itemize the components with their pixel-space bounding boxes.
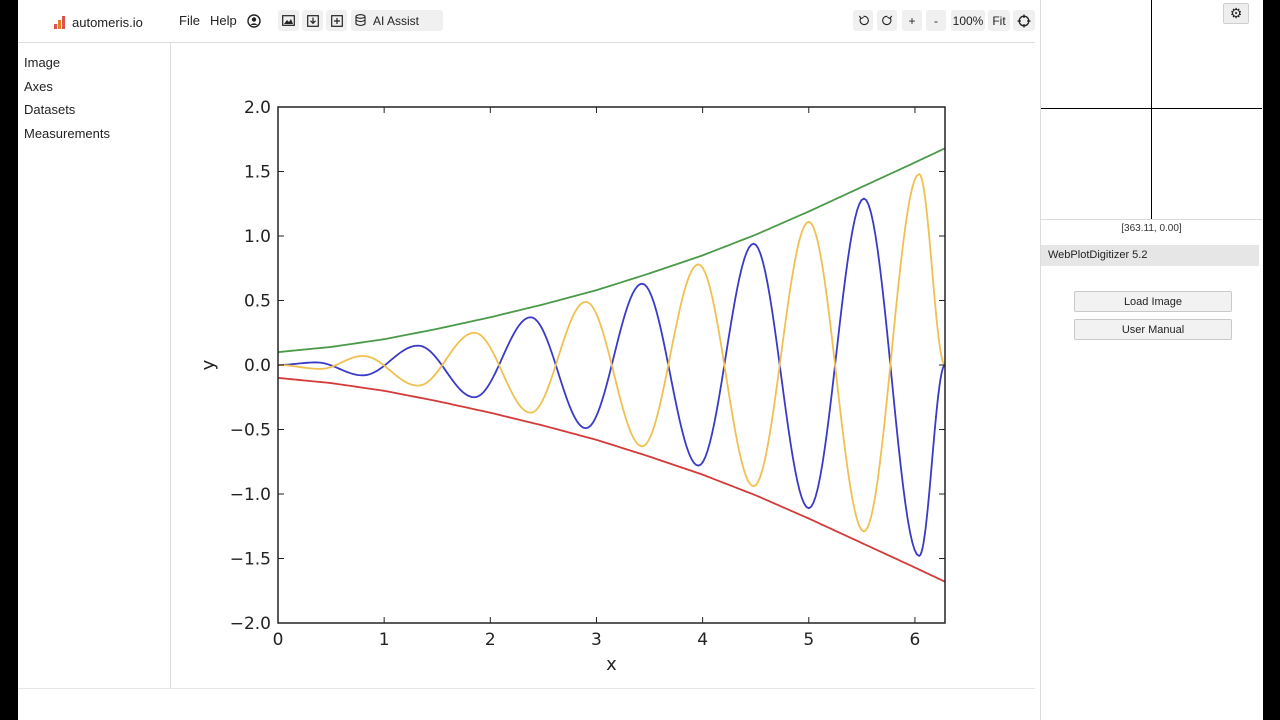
image-icon (282, 15, 295, 26)
x-tick-label: 1 (379, 630, 390, 650)
series-line-0 (278, 147, 945, 353)
x-axis-label: x (606, 654, 617, 675)
y-tick-label: 1.0 (244, 227, 271, 247)
zoom-out-button[interactable]: - (926, 10, 946, 31)
database-icon (355, 14, 366, 27)
download-icon (306, 14, 319, 27)
version-label: WebPlotDigitizer 5.2 (1041, 245, 1259, 266)
bar-chart-icon (54, 15, 68, 29)
x-tick-label: 4 (697, 630, 708, 650)
zoom-in-button[interactable]: + (902, 10, 922, 31)
image-button[interactable] (278, 10, 299, 31)
zoom-level-button[interactable]: 100% (951, 10, 985, 31)
y-tick-label: 0.0 (244, 356, 271, 376)
y-tick-label: −1.0 (230, 485, 271, 505)
rotate-right-button[interactable] (877, 10, 897, 31)
crosshair-vertical (1151, 0, 1152, 219)
menu-axes[interactable]: Axes (24, 78, 53, 96)
x-tick-label: 2 (485, 630, 496, 650)
fit-button[interactable]: Fit (988, 10, 1010, 31)
user-manual-button[interactable]: User Manual (1074, 319, 1232, 340)
status-divider (18, 688, 1035, 689)
gear-icon: ⚙ (1229, 5, 1243, 21)
menu-image[interactable]: Image (24, 54, 60, 72)
y-tick-label: −1.5 (230, 550, 271, 570)
load-image-button[interactable]: Load Image (1074, 291, 1232, 312)
x-tick-label: 0 (273, 630, 284, 650)
window-frame-left (0, 0, 18, 720)
left-menu: Image Axes Datasets Measurements (18, 43, 171, 688)
series-line-3 (278, 172, 945, 533)
y-tick-label: −2.0 (230, 614, 271, 634)
plus-square-icon (330, 14, 343, 27)
rotate-ccw-icon (858, 15, 869, 26)
y-tick-label: 0.5 (244, 292, 271, 312)
series-line-2 (278, 197, 945, 558)
x-tick-label: 3 (591, 630, 602, 650)
user-circle-icon (247, 13, 261, 28)
plot-canvas[interactable]: 0 1 2 3 4 5 6 −2.0 −1.5 −1.0 −0.5 0.0 0.5 1.0 1.5 2.0 x y (171, 43, 1035, 688)
y-axis-label: y (198, 359, 219, 370)
account-button[interactable] (245, 10, 263, 31)
right-panel: ⚙ [363.11, 0.00] WebPlotDigitizer 5.2 Lo… (1040, 0, 1263, 720)
crosshair-icon (1017, 14, 1031, 27)
zoom-preview: ⚙ (1041, 0, 1262, 220)
window-frame-right (1262, 0, 1280, 720)
ai-assist-label: AI Assist (373, 13, 420, 28)
menu-help[interactable]: Help (210, 12, 237, 30)
add-button[interactable] (326, 10, 347, 31)
menu-datasets[interactable]: Datasets (24, 101, 75, 119)
chart[interactable]: 0 1 2 3 4 5 6 −2.0 −1.5 −1.0 −0.5 0.0 0.5 1.0 1.5 2.0 x y (171, 43, 1035, 688)
y-tick-label: 1.5 (244, 163, 271, 183)
series-line-1 (278, 377, 945, 583)
menu-file[interactable]: File (179, 12, 200, 30)
top-toolbar: automeris.io File Help AI Assist + - 100… (18, 0, 1035, 43)
rotate-left-button[interactable] (853, 10, 873, 31)
menu-measurements[interactable]: Measurements (24, 125, 110, 143)
export-button[interactable] (302, 10, 323, 31)
crosshair-horizontal (1041, 108, 1262, 109)
brand-name: automeris.io (72, 14, 143, 30)
x-tick-label: 6 (910, 630, 921, 650)
zoom-settings-button[interactable]: ⚙ (1223, 3, 1249, 24)
cursor-coordinates: [363.11, 0.00] (1121, 223, 1182, 234)
brand[interactable]: automeris.io (54, 13, 143, 31)
crosshair-button[interactable] (1013, 10, 1035, 31)
y-tick-label: −0.5 (230, 421, 271, 441)
ai-assist-button[interactable]: AI Assist (351, 10, 443, 31)
x-tick-label: 5 (803, 630, 814, 650)
y-tick-label: 2.0 (244, 98, 271, 118)
rotate-cw-icon (881, 15, 892, 26)
